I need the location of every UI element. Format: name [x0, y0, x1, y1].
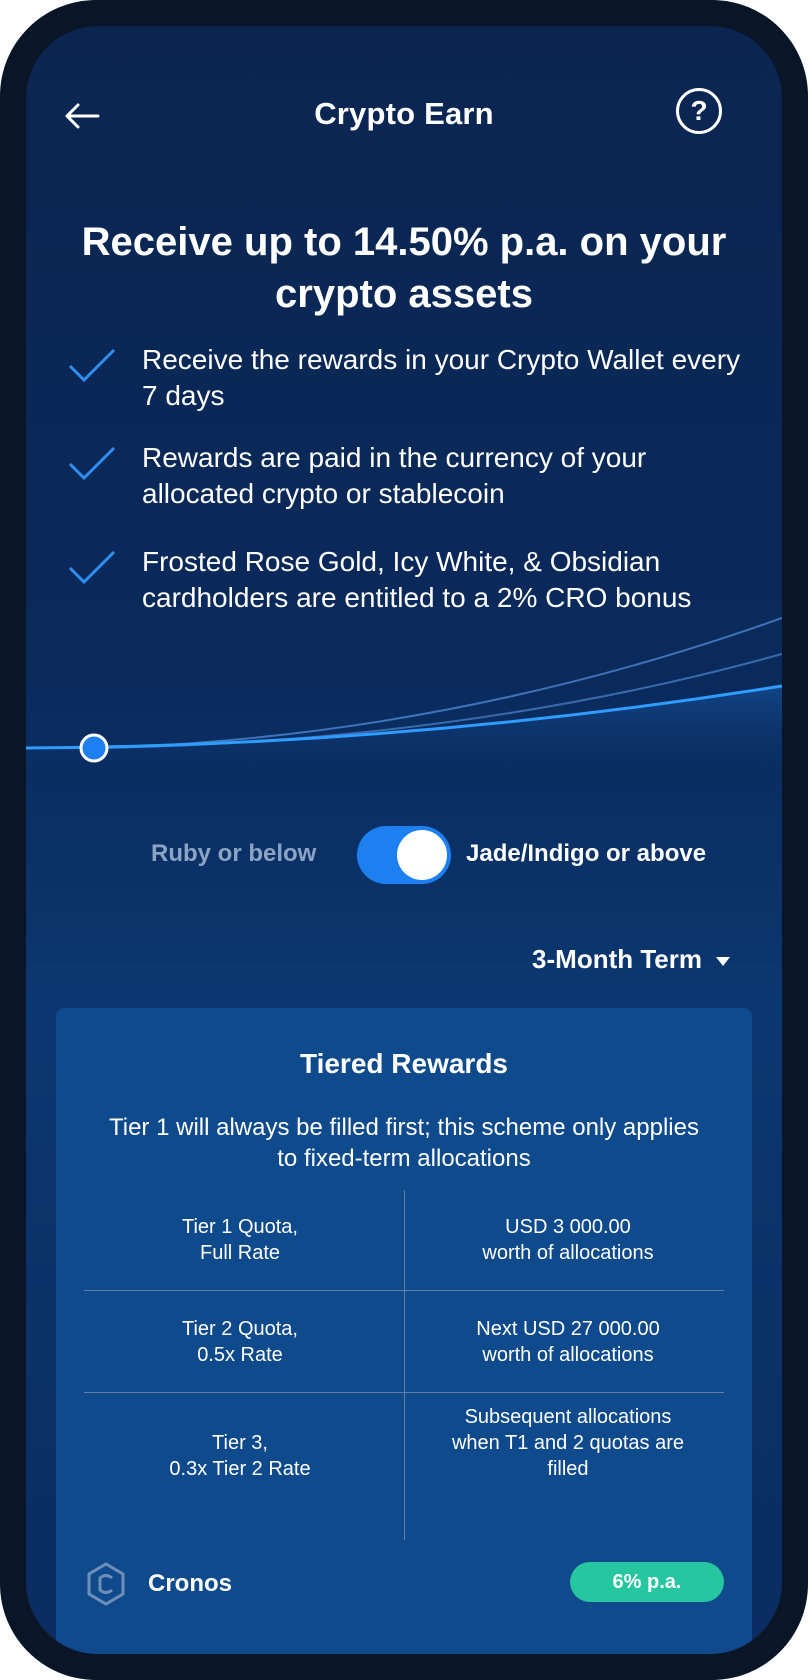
growth-curve-graphic — [26, 617, 782, 776]
caret-down-icon — [716, 956, 730, 966]
term-dropdown[interactable]: 3-Month Term — [532, 944, 730, 975]
card-description: Tier 1 will always be filled first; this… — [108, 1114, 699, 1172]
table-divider — [84, 1290, 724, 1291]
tier-name-cell: Tier 3, 0.3x Tier 2 Rate — [169, 1432, 311, 1480]
headline: Receive up to 14.50% p.a. on your crypto… — [81, 220, 727, 316]
app-screen: Crypto Earn ? Receive up to 14.50% p.a. … — [26, 26, 782, 1654]
checkmark-icon — [68, 446, 116, 481]
feature-text: Receive the rewards in your Crypto Walle… — [142, 344, 741, 411]
tier-name-cell: Tier 2 Quota, 0.5x Rate — [182, 1318, 298, 1366]
feature-text: Rewards are paid in the currency of your… — [142, 442, 647, 509]
tier-toggle-row: Ruby or below Jade/Indigo or above — [26, 826, 782, 886]
term-label: 3-Month Term — [532, 944, 702, 974]
cronos-logo-icon — [87, 1562, 125, 1606]
coin-row[interactable]: Cronos 6% p.a. — [84, 1538, 724, 1628]
tiered-rewards-card: Tiered Rewards Tier 1 will always be fil… — [56, 1008, 752, 1654]
tier-amount-cell: USD 3 000.00 worth of allocations — [482, 1216, 654, 1264]
toggle-knob — [397, 830, 447, 880]
toggle-label-left[interactable]: Ruby or below — [151, 840, 316, 868]
help-icon[interactable]: ? — [676, 88, 722, 134]
toggle-label-right[interactable]: Jade/Indigo or above — [466, 840, 706, 868]
tier-amount-cell: Subsequent allocations when T1 and 2 quo… — [451, 1406, 685, 1480]
top-bar: Crypto Earn ? — [26, 26, 782, 196]
table-divider — [404, 1190, 405, 1540]
table-divider — [84, 1392, 724, 1393]
tier-name-cell: Tier 1 Quota, Full Rate — [182, 1216, 298, 1264]
phone-frame: Crypto Earn ? Receive up to 14.50% p.a. … — [0, 0, 808, 1680]
tier-toggle-switch[interactable] — [357, 826, 451, 884]
card-title: Tiered Rewards — [299, 1048, 509, 1079]
tier-table: Tier 1 Quota, Full Rate USD 3 000.00 wor… — [84, 1190, 724, 1540]
rate-badge: 6% p.a. — [570, 1562, 724, 1602]
checkmark-icon — [68, 550, 116, 585]
checkmark-icon — [68, 348, 116, 383]
page-title: Crypto Earn — [314, 96, 494, 131]
tier-amount-cell: Next USD 27 000.00 worth of allocations — [476, 1318, 660, 1366]
coin-name: Cronos — [148, 1570, 232, 1597]
